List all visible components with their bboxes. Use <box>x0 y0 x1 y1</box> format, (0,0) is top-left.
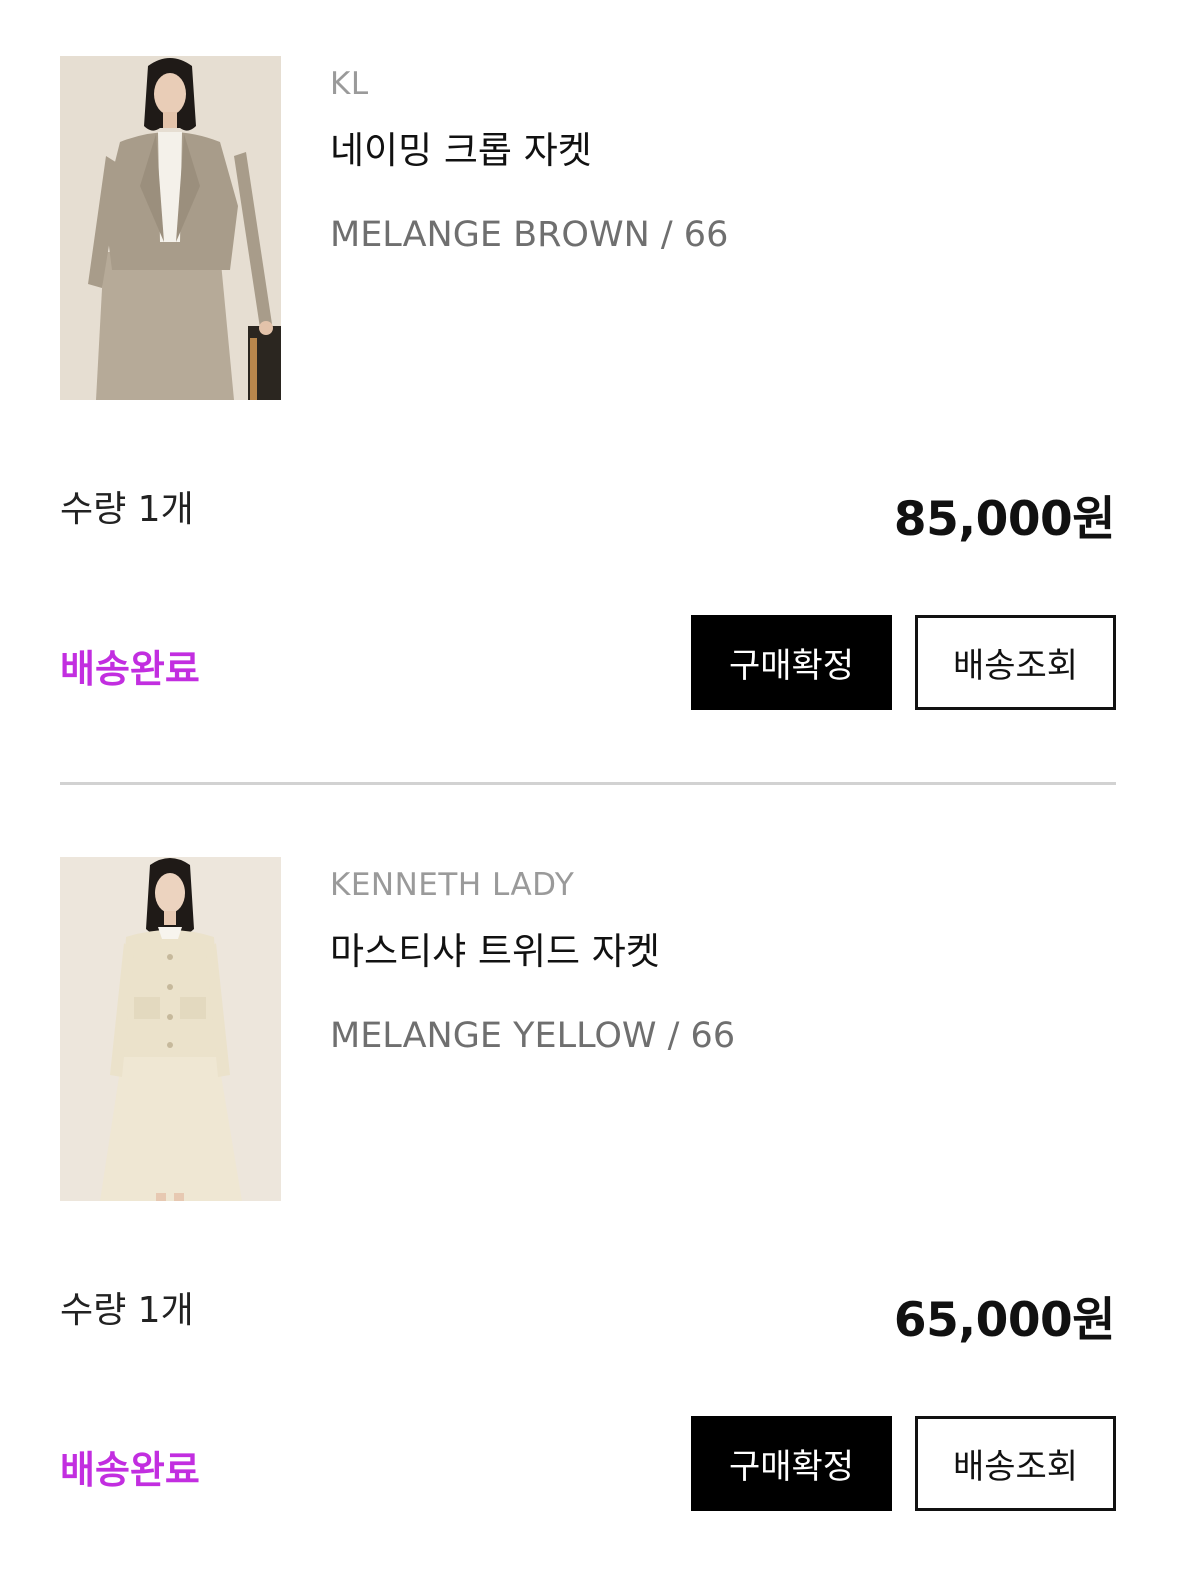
track-delivery-button[interactable]: 배송조회 <box>915 1416 1116 1511</box>
order-item: KENNETH LADY 마스티샤 트위드 자켓 MELANGE YELLOW … <box>0 801 1179 1511</box>
quantity-label: 수량 1개 <box>60 1290 194 1331</box>
product-image[interactable] <box>60 857 281 1201</box>
quantity-label: 수량 1개 <box>60 489 194 530</box>
price: 85,000원 <box>893 492 1116 547</box>
product-option: MELANGE BROWN / 66 <box>330 215 729 255</box>
price: 65,000원 <box>893 1293 1116 1348</box>
product-option: MELANGE YELLOW / 66 <box>330 1016 736 1056</box>
brand-name: KENNETH LADY <box>330 867 575 903</box>
order-item: KL 네이밍 크롭 자켓 MELANGE BROWN / 66 수량 1개 85… <box>0 0 1179 710</box>
product-image[interactable] <box>60 56 281 400</box>
brand-name: KL <box>330 66 369 102</box>
delivery-status: 배송완료 <box>60 647 200 691</box>
confirm-purchase-button[interactable]: 구매확정 <box>691 1416 892 1511</box>
product-name[interactable]: 네이밍 크롭 자켓 <box>330 120 592 174</box>
delivery-status: 배송완료 <box>60 1448 200 1492</box>
confirm-purchase-button[interactable]: 구매확정 <box>691 615 892 710</box>
divider <box>60 782 1116 785</box>
product-name[interactable]: 마스티샤 트위드 자켓 <box>330 921 660 975</box>
track-delivery-button[interactable]: 배송조회 <box>915 615 1116 710</box>
